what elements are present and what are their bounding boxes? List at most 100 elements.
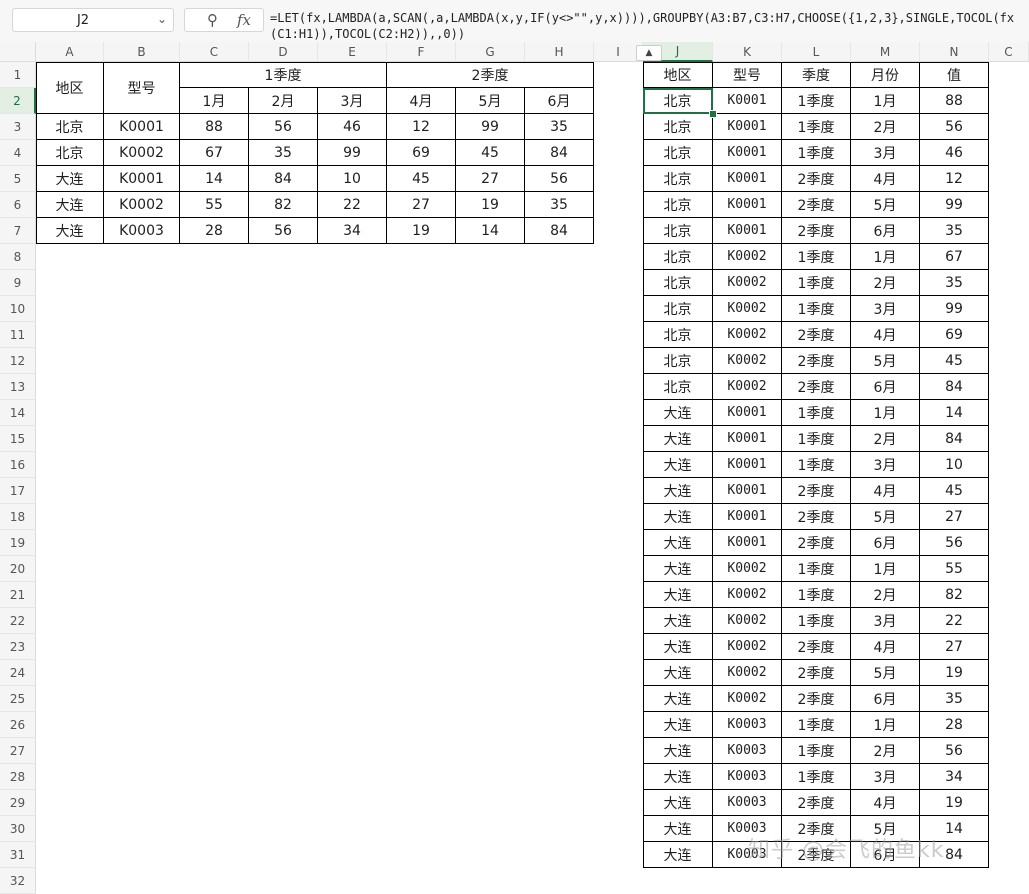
table-cell[interactable]: 27 xyxy=(456,166,525,192)
output-cell[interactable]: 1季度 xyxy=(782,426,851,452)
name-box[interactable]: J2 ⌄ xyxy=(12,8,174,32)
column-header-n[interactable]: N xyxy=(920,42,989,62)
table-cell[interactable]: 14 xyxy=(456,218,525,244)
output-cell[interactable]: 北京 xyxy=(643,348,713,374)
output-cell[interactable]: 69 xyxy=(920,322,989,348)
row-header-29[interactable]: 29 xyxy=(0,790,36,816)
output-cell[interactable]: 5月 xyxy=(851,816,920,842)
chevron-down-icon[interactable]: ⌄ xyxy=(157,12,167,26)
row-header-20[interactable]: 20 xyxy=(0,556,36,582)
output-cell[interactable]: 35 xyxy=(920,686,989,712)
output-cell[interactable]: 北京 xyxy=(643,192,713,218)
column-header-e[interactable]: E xyxy=(318,42,387,62)
table-cell[interactable]: 56 xyxy=(249,114,318,140)
output-cell[interactable]: 大连 xyxy=(643,764,713,790)
row-header-30[interactable]: 30 xyxy=(0,816,36,842)
output-cell[interactable]: 北京 xyxy=(643,140,713,166)
column-header-m[interactable]: M xyxy=(851,42,920,62)
row-header-19[interactable]: 19 xyxy=(0,530,36,556)
output-cell[interactable]: 56 xyxy=(920,114,989,140)
output-cell[interactable]: 4月 xyxy=(851,478,920,504)
output-cell[interactable]: 99 xyxy=(920,296,989,322)
output-cell[interactable]: 6月 xyxy=(851,530,920,556)
table-cell[interactable]: 67 xyxy=(180,140,249,166)
output-cell[interactable]: 2季度 xyxy=(782,660,851,686)
output-cell[interactable]: 19 xyxy=(920,660,989,686)
output-cell[interactable]: 大连 xyxy=(643,504,713,530)
table-cell[interactable]: 84 xyxy=(525,218,594,244)
output-cell[interactable]: K0001 xyxy=(713,140,782,166)
collapse-icon[interactable]: ▲ xyxy=(636,45,662,61)
output-cell[interactable]: 55 xyxy=(920,556,989,582)
output-cell[interactable]: K0003 xyxy=(713,738,782,764)
output-cell[interactable]: 4月 xyxy=(851,634,920,660)
output-cell[interactable]: 1季度 xyxy=(782,244,851,270)
output-cell[interactable]: 2季度 xyxy=(782,348,851,374)
output-cell[interactable]: 1季度 xyxy=(782,270,851,296)
output-cell[interactable]: 1季度 xyxy=(782,140,851,166)
header-cell-month[interactable]: 1月 xyxy=(180,88,249,114)
output-cell[interactable]: 5月 xyxy=(851,660,920,686)
output-cell[interactable]: 北京 xyxy=(643,244,713,270)
output-cell[interactable]: 大连 xyxy=(643,816,713,842)
output-cell[interactable]: 1季度 xyxy=(782,556,851,582)
table-cell[interactable]: K0002 xyxy=(104,140,180,166)
output-cell[interactable]: 34 xyxy=(920,764,989,790)
output-cell[interactable]: 22 xyxy=(920,608,989,634)
row-header-25[interactable]: 25 xyxy=(0,686,36,712)
output-cell[interactable]: K0002 xyxy=(713,296,782,322)
output-cell[interactable]: 北京 xyxy=(643,218,713,244)
output-cell[interactable]: 45 xyxy=(920,348,989,374)
output-cell[interactable]: 14 xyxy=(920,816,989,842)
output-cell[interactable]: 2季度 xyxy=(782,192,851,218)
output-cell[interactable]: K0001 xyxy=(713,166,782,192)
output-cell[interactable]: 1季度 xyxy=(782,764,851,790)
output-cell[interactable]: K0001 xyxy=(713,192,782,218)
row-header-11[interactable]: 11 xyxy=(0,322,36,348)
output-cell[interactable]: K0002 xyxy=(713,374,782,400)
column-header-b[interactable]: B xyxy=(104,42,180,62)
output-cell[interactable]: 82 xyxy=(920,582,989,608)
output-cell[interactable]: 27 xyxy=(920,504,989,530)
row-header-26[interactable]: 26 xyxy=(0,712,36,738)
table-cell[interactable]: K0001 xyxy=(104,114,180,140)
output-cell[interactable]: 4月 xyxy=(851,790,920,816)
header-cell-month[interactable]: 6月 xyxy=(525,88,594,114)
output-cell[interactable]: 大连 xyxy=(643,712,713,738)
output-cell[interactable]: 4月 xyxy=(851,166,920,192)
output-cell[interactable]: 1季度 xyxy=(782,582,851,608)
output-cell[interactable]: 北京 xyxy=(643,166,713,192)
header-cell-model[interactable]: 型号 xyxy=(104,62,180,114)
output-cell[interactable]: 大连 xyxy=(643,738,713,764)
table-cell[interactable]: 99 xyxy=(318,140,387,166)
output-cell[interactable]: 大连 xyxy=(643,842,713,868)
row-header-28[interactable]: 28 xyxy=(0,764,36,790)
output-cell[interactable]: K0002 xyxy=(713,660,782,686)
row-header-1[interactable]: 1 xyxy=(0,62,36,88)
output-cell[interactable]: 10 xyxy=(920,452,989,478)
output-cell[interactable]: K0003 xyxy=(713,842,782,868)
output-cell[interactable]: 1季度 xyxy=(782,400,851,426)
table-cell[interactable]: 69 xyxy=(387,140,456,166)
output-cell[interactable]: K0002 xyxy=(713,556,782,582)
output-header-cell[interactable]: 月份 xyxy=(851,62,920,88)
output-cell[interactable]: 大连 xyxy=(643,686,713,712)
output-cell[interactable]: 北京 xyxy=(643,114,713,140)
output-cell[interactable]: 北京 xyxy=(643,322,713,348)
table-cell[interactable]: 35 xyxy=(249,140,318,166)
output-cell[interactable]: 99 xyxy=(920,192,989,218)
header-cell-month[interactable]: 3月 xyxy=(318,88,387,114)
output-cell[interactable]: 北京 xyxy=(643,374,713,400)
table-cell[interactable]: 27 xyxy=(387,192,456,218)
output-cell[interactable]: 1季度 xyxy=(782,608,851,634)
header-cell-region[interactable]: 地区 xyxy=(36,62,104,114)
row-header-6[interactable]: 6 xyxy=(0,192,36,218)
table-cell[interactable]: 12 xyxy=(387,114,456,140)
output-cell[interactable]: K0002 xyxy=(713,270,782,296)
output-cell[interactable]: K0001 xyxy=(713,88,782,114)
output-cell[interactable]: 1季度 xyxy=(782,712,851,738)
table-cell[interactable]: 45 xyxy=(387,166,456,192)
table-cell[interactable]: 大连 xyxy=(36,192,104,218)
output-cell[interactable]: 84 xyxy=(920,426,989,452)
table-cell[interactable]: 34 xyxy=(318,218,387,244)
